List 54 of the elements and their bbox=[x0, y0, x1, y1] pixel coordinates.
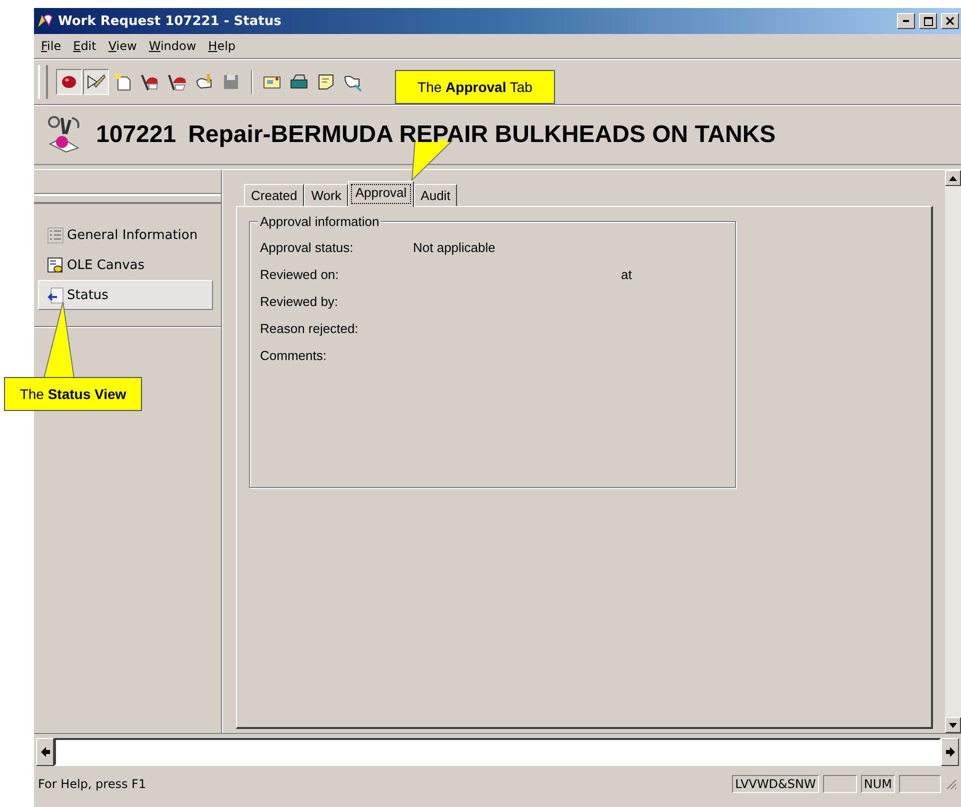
scroll-up-button[interactable] bbox=[945, 170, 961, 186]
tab[interactable]: Audit bbox=[414, 184, 458, 206]
menu-item[interactable]: Help bbox=[203, 37, 241, 55]
window-title: Work Request 107221 - Status bbox=[58, 14, 282, 28]
canvas-icon bbox=[47, 256, 64, 274]
field-label: Reviewed on: bbox=[260, 267, 340, 282]
sidebar-item[interactable]: Status bbox=[38, 280, 213, 310]
sidebar-item[interactable]: OLE Canvas bbox=[38, 250, 213, 280]
callout-label: The Approval Tab bbox=[395, 70, 555, 104]
minimize-button[interactable] bbox=[897, 13, 915, 29]
callout-label: The Status View bbox=[4, 377, 142, 411]
close-button[interactable] bbox=[941, 13, 959, 29]
status-pane bbox=[899, 774, 941, 792]
group-title: Approval information bbox=[258, 214, 382, 229]
scroll-down-button[interactable] bbox=[945, 717, 961, 733]
close-icon bbox=[946, 17, 954, 25]
left-arrow-icon bbox=[40, 747, 50, 757]
menu-item[interactable]: Window bbox=[144, 37, 202, 55]
status-pane: NUM bbox=[860, 774, 895, 792]
menu-item[interactable]: View bbox=[103, 37, 142, 55]
resize-grip-icon[interactable] bbox=[945, 778, 957, 790]
scroll-left-button[interactable] bbox=[36, 738, 54, 766]
sidebar-item[interactable]: General Information bbox=[38, 220, 213, 250]
field-value: Not applicable bbox=[413, 240, 496, 255]
status-pane: LVVWD&SNW bbox=[732, 774, 819, 792]
field-label: Approval status: bbox=[260, 240, 354, 255]
toolbar-button[interactable] bbox=[56, 69, 82, 95]
maximize-icon bbox=[924, 16, 932, 26]
arrow-page-icon bbox=[47, 286, 64, 304]
minimize-icon bbox=[903, 20, 909, 22]
menu-item[interactable]: File bbox=[36, 37, 66, 55]
field-label: Reason rejected: bbox=[260, 321, 360, 336]
scroll-right-button[interactable] bbox=[941, 738, 959, 766]
down-arrow-icon bbox=[949, 722, 957, 728]
status-message: For Help, press F1 bbox=[38, 776, 148, 790]
field-label: Comments: bbox=[260, 348, 328, 363]
record-number: 107221 bbox=[96, 121, 176, 149]
tab[interactable]: Approval bbox=[348, 181, 414, 207]
splitter[interactable] bbox=[34, 194, 221, 204]
tab[interactable]: Created bbox=[244, 184, 304, 206]
record-title: Repair-BERMUDA REPAIR BULKHEADS ON TANKS bbox=[188, 121, 776, 149]
field-label: at bbox=[621, 267, 632, 282]
tab[interactable]: Work bbox=[304, 184, 348, 206]
input-field[interactable] bbox=[54, 738, 941, 766]
menu-item[interactable]: Edit bbox=[68, 37, 102, 55]
status-pane bbox=[822, 774, 857, 792]
right-arrow-icon bbox=[946, 747, 954, 757]
maximize-button[interactable] bbox=[919, 13, 937, 29]
vertical-scrollbar[interactable] bbox=[945, 170, 961, 733]
toolbar-grip[interactable] bbox=[38, 65, 48, 99]
list-icon bbox=[47, 226, 64, 244]
toolbar-button[interactable] bbox=[83, 69, 109, 95]
field-label: Reviewed by: bbox=[260, 294, 340, 309]
up-arrow-icon bbox=[949, 176, 957, 180]
